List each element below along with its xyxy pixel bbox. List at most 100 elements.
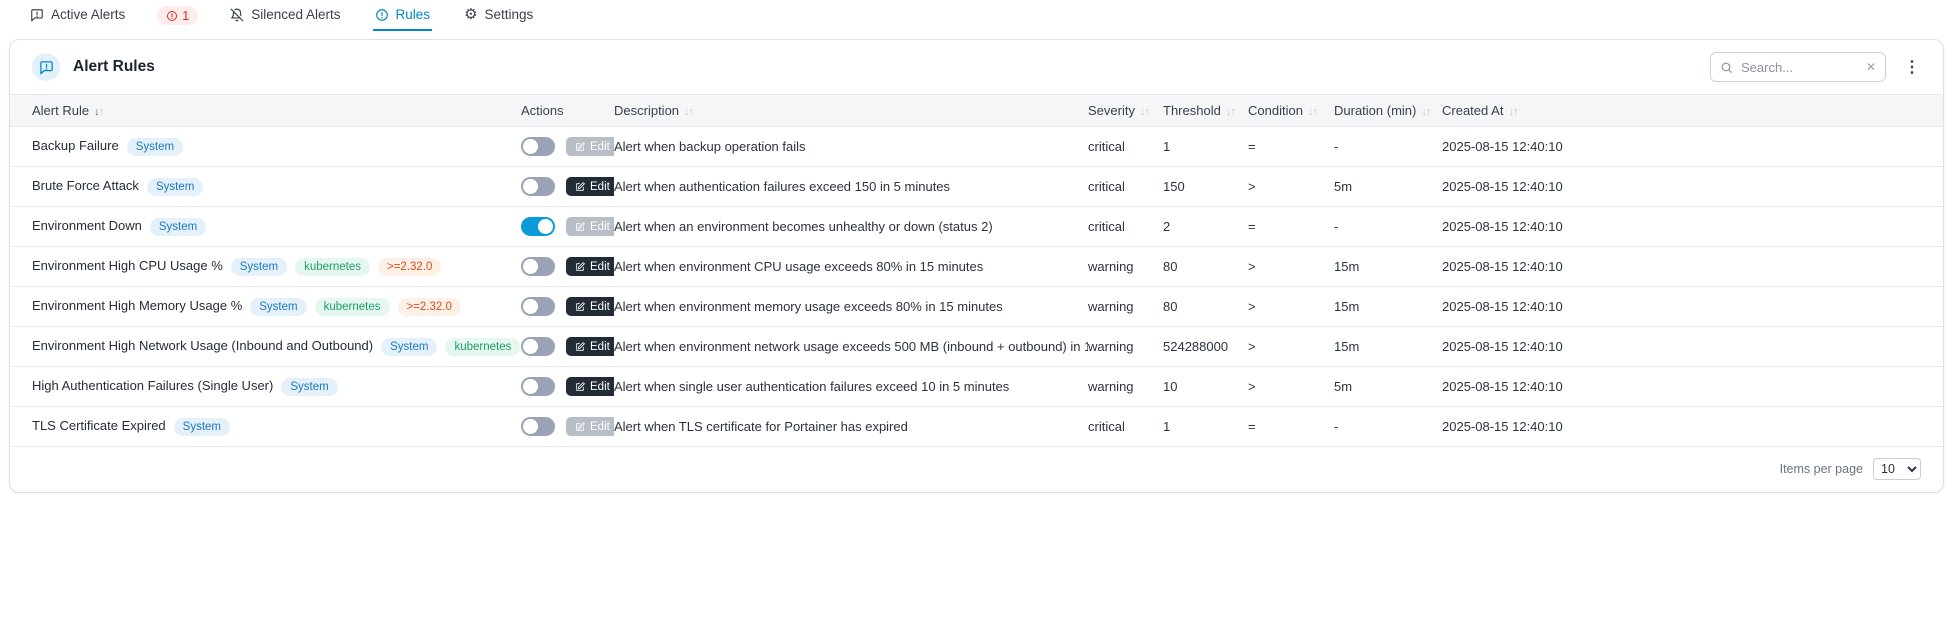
rule-enabled-toggle[interactable] — [521, 257, 555, 276]
edit-rule-button[interactable]: Edit — [566, 297, 614, 316]
condition-cell: = — [1248, 407, 1334, 447]
column-header-description[interactable]: Description↓↑ — [614, 95, 1088, 127]
created-at-cell: 2025-08-15 12:40:10 — [1442, 127, 1943, 167]
actions-cell: Edit — [521, 127, 614, 167]
severity-cell: critical — [1088, 207, 1163, 247]
edit-rule-button[interactable]: Edit — [566, 337, 614, 356]
rule-name-cell: High Authentication Failures (Single Use… — [10, 367, 521, 407]
rule-name-cell: Environment High Memory Usage %Systemkub… — [10, 287, 521, 327]
title-wrap: Alert Rules — [32, 53, 155, 81]
threshold-cell: 10 — [1163, 367, 1248, 407]
severity-cell: critical — [1088, 127, 1163, 167]
sort-arrows-icon: ↓↑ — [1421, 106, 1430, 118]
clear-search-icon[interactable]: ✕ — [1866, 60, 1876, 74]
items-per-page-select[interactable]: 10 — [1873, 458, 1921, 480]
condition-cell: > — [1248, 367, 1334, 407]
kebab-menu-button[interactable]: ⋮ — [1901, 57, 1923, 77]
duration-cell: - — [1334, 127, 1442, 167]
condition-cell: > — [1248, 287, 1334, 327]
column-header-alert-rule[interactable]: Alert Rule↓↑ — [10, 95, 521, 127]
search-input[interactable] — [1739, 59, 1860, 76]
header-actions: ✕ ⋮ — [1710, 52, 1923, 82]
edit-label: Edit — [590, 261, 610, 273]
pencil-icon — [575, 422, 585, 432]
toggle-knob — [523, 179, 538, 194]
duration-cell: 5m — [1334, 367, 1442, 407]
bell-slash-icon — [230, 8, 244, 22]
rule-description-cell: Alert when environment memory usage exce… — [614, 287, 1088, 327]
table-header-row: Alert Rule↓↑ActionsDescription↓↑Severity… — [10, 95, 1943, 127]
column-header-condition[interactable]: Condition↓↑ — [1248, 95, 1334, 127]
alert-rules-table: Alert Rule↓↑ActionsDescription↓↑Severity… — [10, 94, 1943, 447]
edit-rule-button[interactable]: Edit — [566, 257, 614, 276]
created-at-cell: 2025-08-15 12:40:10 — [1442, 327, 1943, 367]
kubernetes-badge: kubernetes — [315, 298, 390, 316]
rule-enabled-toggle[interactable] — [521, 297, 555, 316]
pagination-footer: Items per page 10 — [10, 447, 1943, 491]
system-badge: System — [231, 258, 287, 276]
system-badge: System — [250, 298, 306, 316]
actions-cell: Edit — [521, 207, 614, 247]
tab-active-alerts[interactable]: Active Alerts — [28, 0, 127, 31]
toggle-knob — [523, 419, 538, 434]
duration-cell: - — [1334, 407, 1442, 447]
actions-cell: Edit — [521, 247, 614, 287]
edit-label: Edit — [590, 341, 610, 353]
edit-rule-button[interactable]: Edit — [566, 177, 614, 196]
search-icon — [1720, 61, 1733, 74]
column-label: Actions — [521, 103, 564, 118]
tab-silenced-alerts[interactable]: Silenced Alerts — [228, 0, 342, 31]
toggle-knob — [523, 339, 538, 354]
table-row: Environment High CPU Usage %Systemkubern… — [10, 247, 1943, 287]
actions-cell: Edit — [521, 367, 614, 407]
tab-label: Settings — [485, 7, 534, 22]
column-label: Severity — [1088, 103, 1135, 118]
rule-enabled-toggle[interactable] — [521, 137, 555, 156]
rule-enabled-toggle[interactable] — [521, 417, 555, 436]
column-header-severity[interactable]: Severity↓↑ — [1088, 95, 1163, 127]
rule-name-cell: Backup FailureSystem — [10, 127, 521, 167]
rule-description-cell: Alert when single user authentication fa… — [614, 367, 1088, 407]
pencil-icon — [575, 142, 585, 152]
items-per-page-label: Items per page — [1780, 462, 1863, 476]
column-header-duration-min[interactable]: Duration (min) ↓↑ — [1334, 95, 1442, 127]
column-header-threshold[interactable]: Threshold↓↑ — [1163, 95, 1248, 127]
duration-cell: 15m — [1334, 287, 1442, 327]
table-row: Environment DownSystemEditAlert when an … — [10, 207, 1943, 247]
rule-name-cell: Environment High Network Usage (Inbound … — [10, 327, 521, 367]
system-badge: System — [281, 378, 337, 396]
edit-rule-button[interactable]: Edit — [566, 377, 614, 396]
system-badge: System — [150, 218, 206, 236]
rule-enabled-toggle[interactable] — [521, 217, 555, 236]
rule-name: Environment High Network Usage (Inbound … — [32, 338, 373, 353]
system-badge: System — [147, 178, 203, 196]
threshold-cell: 524288000 — [1163, 327, 1248, 367]
column-header-created-at[interactable]: Created At↓↑ — [1442, 95, 1943, 127]
actions-cell: Edit — [521, 167, 614, 207]
system-badge: System — [381, 338, 437, 356]
severity-cell: critical — [1088, 407, 1163, 447]
alert-rules-icon — [32, 53, 60, 81]
tab-settings[interactable]: ⚙Settings — [462, 0, 535, 31]
threshold-cell: 80 — [1163, 247, 1248, 287]
column-label: Duration (min) — [1334, 103, 1416, 118]
rule-description-cell: Alert when an environment becomes unheal… — [614, 207, 1088, 247]
created-at-cell: 2025-08-15 12:40:10 — [1442, 167, 1943, 207]
actions-cell: Edit — [521, 287, 614, 327]
toggle-knob — [523, 139, 538, 154]
severity-cell: warning — [1088, 287, 1163, 327]
created-at-cell: 2025-08-15 12:40:10 — [1442, 207, 1943, 247]
rule-enabled-toggle[interactable] — [521, 377, 555, 396]
edit-rule-button: Edit — [566, 417, 614, 436]
severity-cell: critical — [1088, 167, 1163, 207]
rule-description-cell: Alert when backup operation fails — [614, 127, 1088, 167]
column-label: Description — [614, 103, 679, 118]
tab-rules[interactable]: Rules — [373, 0, 433, 31]
rule-description-cell: Alert when environment network usage exc… — [614, 327, 1088, 367]
pencil-icon — [575, 222, 585, 232]
rule-description-cell: Alert when environment CPU usage exceeds… — [614, 247, 1088, 287]
table-row: High Authentication Failures (Single Use… — [10, 367, 1943, 407]
rule-enabled-toggle[interactable] — [521, 337, 555, 356]
rule-name-cell: Environment High CPU Usage %Systemkubern… — [10, 247, 521, 287]
rule-enabled-toggle[interactable] — [521, 177, 555, 196]
